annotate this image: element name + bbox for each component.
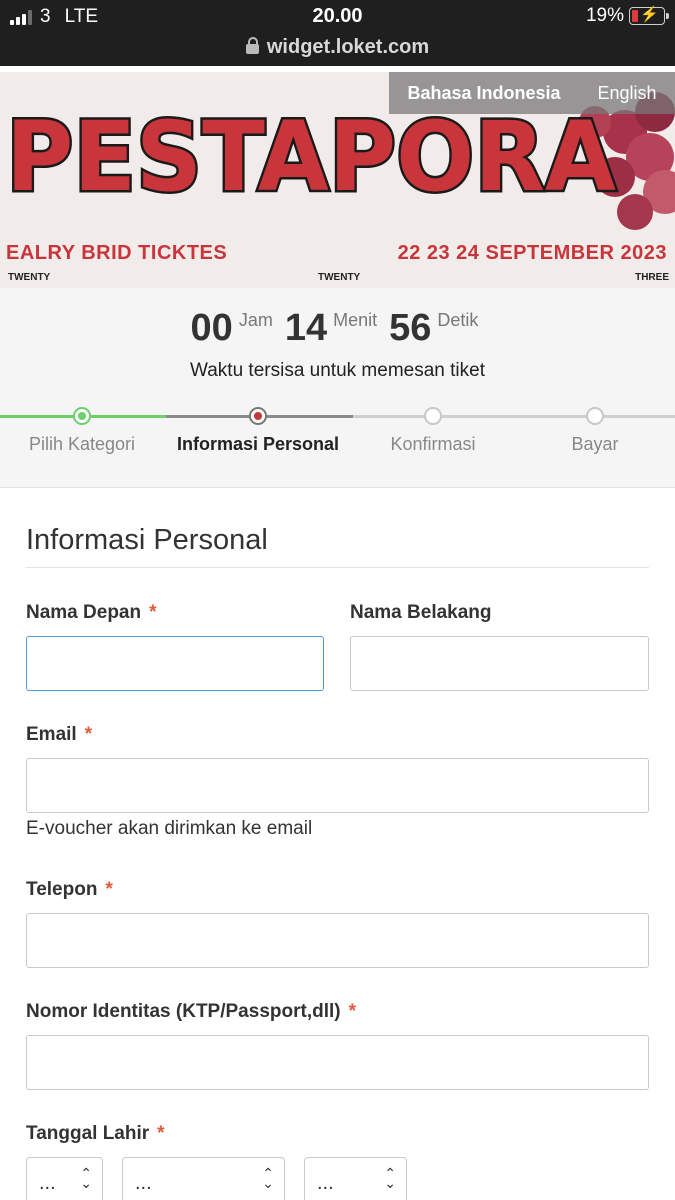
url-text: widget.loket.com	[266, 36, 430, 58]
section-divider	[26, 567, 649, 568]
birth-day-value: ...	[39, 1172, 56, 1194]
step-label-konfirmasi: Konfirmasi	[390, 434, 476, 454]
banner-small-mid: TWENTY	[318, 272, 361, 283]
birth-date-label: Tanggal Lahir *	[26, 1123, 165, 1145]
url-bar[interactable]: widget.loket.com	[0, 36, 675, 59]
chevron-up-down-icon: ⌃ ⌄	[262, 1165, 274, 1191]
birth-month-value: ...	[135, 1172, 152, 1194]
battery-icon: ⚡	[629, 6, 669, 25]
chevron-up-down-icon: ⌃ ⌄	[80, 1165, 92, 1191]
countdown-timer: 00 Jam 14 Menit 56 Detik	[0, 306, 675, 350]
checkout-stepper: Pilih Kategori Informasi Personal Konfir…	[0, 404, 675, 464]
email-label-text: Email	[26, 724, 77, 745]
last-name-label: Nama Belakang	[350, 602, 492, 623]
id-number-input[interactable]	[26, 1035, 649, 1090]
browser-top-bar: 3 LTE 20.00 19% ⚡ widget.loket.com	[0, 0, 675, 66]
phone-input[interactable]	[26, 913, 649, 968]
timer-minutes-unit: Menit	[333, 310, 378, 330]
last-name-input[interactable]	[350, 636, 649, 691]
birth-day-select[interactable]: ... ⌃ ⌄	[26, 1157, 103, 1200]
email-label: Email *	[26, 724, 92, 746]
required-mark: *	[105, 879, 113, 900]
status-time: 20.00	[312, 5, 363, 27]
language-option-indonesia[interactable]: Bahasa Indonesia	[407, 83, 560, 104]
step-dot-informasi-personal	[249, 407, 267, 425]
language-switcher: Bahasa Indonesia English	[389, 72, 675, 114]
phone-label: Telepon *	[26, 879, 113, 901]
timer-minutes: 14	[284, 307, 328, 349]
step-dot-bayar	[586, 407, 604, 425]
step-dot-konfirmasi	[424, 407, 442, 425]
banner-date-text: 22 23 24 SEPTEMBER 2023	[397, 242, 667, 264]
chevron-up-down-icon: ⌃ ⌄	[384, 1165, 396, 1191]
timer-seconds: 56	[389, 307, 432, 349]
banner-promo-text: EALRY BRID TICKTES	[6, 242, 228, 264]
birth-year-select[interactable]: ... ⌃ ⌄	[304, 1157, 407, 1200]
id-number-label-text: Nomor Identitas (KTP/Passport,dll)	[26, 1001, 341, 1022]
timer-hours: 00	[190, 307, 233, 349]
first-name-label-text: Nama Depan	[26, 602, 142, 623]
email-helper-text: E-voucher akan dirimkan ke email	[26, 818, 313, 839]
birth-year-value: ...	[317, 1172, 334, 1194]
status-right: 19% ⚡	[585, 5, 669, 27]
lock-icon	[245, 37, 259, 54]
form-section-title: Informasi Personal	[26, 524, 268, 556]
banner-small-left: TWENTY	[8, 272, 51, 283]
required-mark: *	[149, 602, 157, 623]
step-label-bayar: Bayar	[571, 434, 619, 454]
language-option-english[interactable]: English	[597, 83, 656, 104]
required-mark: *	[348, 1001, 356, 1022]
timer-seconds-unit: Detik	[437, 310, 479, 330]
required-mark: *	[157, 1123, 165, 1144]
step-line-pending	[353, 415, 675, 418]
id-number-label: Nomor Identitas (KTP/Passport,dll) *	[26, 1001, 356, 1023]
step-label-pilih-kategori[interactable]: Pilih Kategori	[0, 434, 172, 455]
event-banner: PESTAPORA EALRY BRID TICKTES 22 23 24 SE…	[0, 72, 675, 288]
step-dot-pilih-kategori[interactable]	[73, 407, 91, 425]
timer-caption: Waktu tersisa untuk memesan tiket	[190, 360, 485, 381]
required-mark: *	[84, 724, 93, 745]
first-name-input[interactable]	[26, 636, 324, 691]
banner-title-text: PESTAPORA	[6, 101, 616, 210]
first-name-label: Nama Depan *	[26, 602, 157, 624]
checkout-progress: 00 Jam 14 Menit 56 Detik Waktu tersisa u…	[0, 288, 675, 488]
timer-hours-unit: Jam	[238, 310, 273, 330]
banner-small-right: THREE	[635, 272, 669, 283]
phone-label-text: Telepon	[26, 879, 98, 900]
birth-month-select[interactable]: ... ⌃ ⌄	[122, 1157, 285, 1200]
birth-date-label-text: Tanggal Lahir	[26, 1123, 150, 1144]
battery-percent: 19%	[585, 5, 624, 26]
email-input[interactable]	[26, 758, 649, 813]
step-label-informasi-personal: Informasi Personal	[176, 434, 340, 454]
